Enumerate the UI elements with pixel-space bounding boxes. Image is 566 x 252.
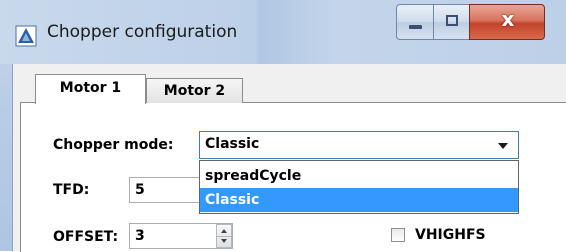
chevron-down-icon[interactable]	[498, 143, 508, 149]
chopper-mode-combobox[interactable]: Classic	[199, 131, 519, 159]
offset-label: OFFSET:	[53, 229, 119, 245]
chopper-mode-label: Chopper mode:	[53, 137, 174, 153]
minimize-button[interactable]	[396, 4, 434, 40]
chopper-mode-option-spreadcycle[interactable]: spreadCycle	[200, 164, 518, 188]
chopper-mode-selected-value: Classic	[205, 136, 260, 152]
window-title: Chopper configuration	[47, 22, 238, 42]
minimize-icon	[409, 25, 422, 29]
maximize-button[interactable]	[433, 4, 470, 40]
tfd-label: TFD:	[53, 182, 90, 198]
offset-spinner[interactable]	[216, 224, 232, 248]
vhighfs-checkbox[interactable]	[391, 228, 405, 242]
close-icon: x	[501, 7, 515, 31]
maximize-icon	[446, 15, 458, 26]
spin-down-icon[interactable]	[221, 239, 227, 243]
tfd-input[interactable]: 5	[129, 177, 201, 203]
spin-divider	[217, 236, 231, 237]
close-button[interactable]: x	[469, 4, 545, 40]
app-icon	[15, 25, 37, 47]
vhighfs-label: VHIGHFS	[415, 227, 486, 243]
tab-motor-1[interactable]: Motor 1	[35, 74, 146, 104]
chopper-mode-option-classic[interactable]: Classic	[200, 188, 518, 212]
tab-motor-2[interactable]: Motor 2	[146, 78, 243, 103]
spin-up-icon[interactable]	[221, 229, 227, 233]
chopper-mode-dropdown-list: spreadCycle Classic	[199, 160, 519, 214]
